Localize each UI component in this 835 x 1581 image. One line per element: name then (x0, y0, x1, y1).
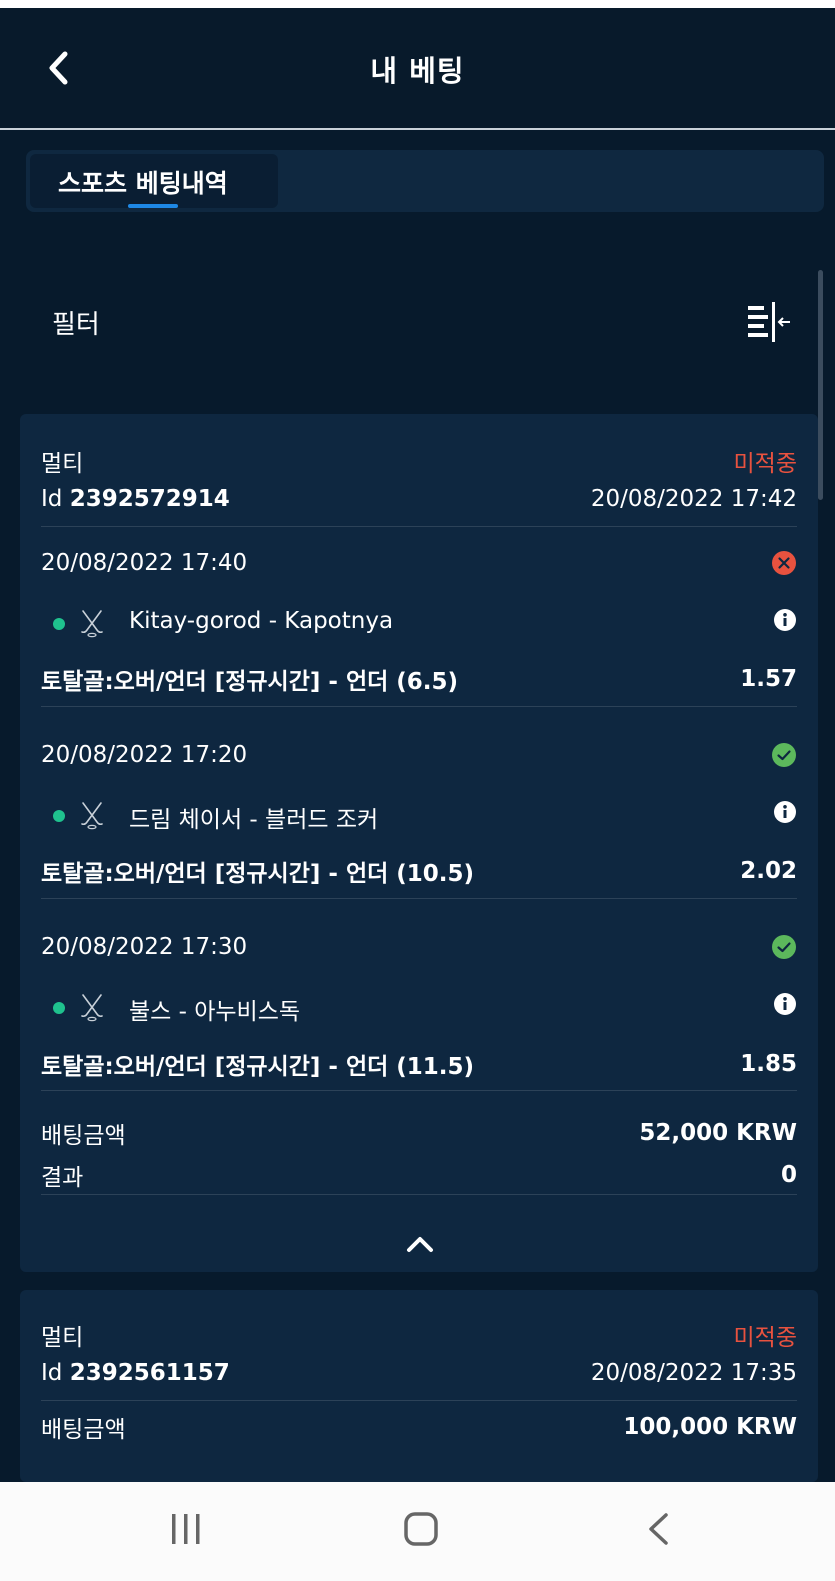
selection-event: Kitay-gorod - Kapotnya (41, 608, 797, 638)
live-dot (53, 810, 65, 822)
live-dot (53, 1002, 65, 1014)
header-bar: 내 베팅 (0, 8, 835, 128)
bet-placed-time: 20/08/2022 17:35 (590, 1360, 797, 1386)
stake-label: 배팅금액 (41, 1417, 126, 1443)
stake-label: 배팅금액 (41, 1123, 126, 1149)
tab-bar: 스포츠 베팅내역 (26, 150, 824, 212)
tab-sports-bet-history[interactable]: 스포츠 베팅내역 (30, 154, 278, 208)
hockey-sticks-icon (81, 802, 103, 830)
system-nav-bar (0, 1482, 835, 1581)
bet-id: Id 2392561157 (41, 1360, 230, 1386)
selection-datetime: 20/08/2022 17:20 (41, 742, 248, 768)
selection-odds: 1.85 (740, 1051, 797, 1077)
selection-datetime: 20/08/2022 17:30 (41, 934, 248, 960)
result-label: 결과 (41, 1165, 84, 1191)
divider (41, 706, 797, 707)
header-divider (0, 128, 835, 130)
check-circle-icon (772, 743, 796, 767)
selection-odds: 1.57 (740, 666, 797, 692)
bet-card: 멀티 미적중 Id 2392572914 20/08/2022 17:42 20… (20, 414, 818, 1272)
divider (41, 526, 797, 527)
check-circle-icon (772, 935, 796, 959)
stake-value: 52,000 KRW (639, 1120, 797, 1146)
selection-market: 토탈골:오버/언더 [정규시간] - 언더 (10.5) (41, 861, 475, 887)
recent-apps-icon[interactable] (170, 1512, 202, 1546)
event-name[interactable]: 불스 - 아누비스독 (129, 992, 300, 1026)
selection-market: 토탈골:오버/언더 [정규시간] - 언더 (11.5) (41, 1054, 475, 1080)
bet-card: 멀티 미적중 Id 2392561157 20/08/2022 17:35 배팅… (20, 1290, 818, 1482)
selection-event: 드림 체이서 - 블러드 조커 (41, 800, 797, 833)
bet-status: 미적중 (733, 1325, 797, 1351)
divider (41, 1194, 797, 1195)
back-icon[interactable] (646, 1512, 670, 1546)
filter-sort-icon[interactable] (748, 302, 794, 344)
scrollbar[interactable] (818, 270, 823, 500)
event-name[interactable]: Kitay-gorod - Kapotnya (129, 608, 393, 634)
selection-odds: 2.02 (740, 858, 797, 884)
page-title: 내 베팅 (370, 54, 465, 88)
hockey-sticks-icon (81, 994, 103, 1022)
tab-active-indicator (128, 204, 178, 208)
bet-id: Id 2392572914 (41, 486, 230, 512)
selection-market: 토탈골:오버/언더 [정규시간] - 언더 (6.5) (41, 669, 459, 695)
filter-label[interactable]: 필터 (52, 304, 100, 341)
home-icon[interactable] (404, 1512, 438, 1546)
app-screen: 내 베팅 스포츠 베팅내역 필터 멀티 미적중 Id 2392572914 20… (0, 8, 835, 1482)
info-icon[interactable] (773, 800, 797, 824)
stake-value: 100,000 KRW (623, 1414, 797, 1440)
bet-type: 멀티 (41, 1325, 84, 1351)
top-border (0, 0, 835, 8)
selection-event: 불스 - 아누비스독 (41, 992, 797, 1025)
tab-label: 스포츠 베팅내역 (58, 169, 228, 198)
info-icon[interactable] (773, 608, 797, 632)
divider (41, 1400, 797, 1401)
bet-status: 미적중 (733, 451, 797, 477)
divider (41, 898, 797, 899)
hockey-sticks-icon (81, 610, 103, 638)
cross-circle-icon (772, 551, 796, 575)
divider (41, 1090, 797, 1091)
bet-type: 멀티 (41, 451, 84, 477)
chevron-up-icon[interactable] (405, 1234, 435, 1254)
event-name[interactable]: 드림 체이서 - 블러드 조커 (129, 800, 378, 834)
bet-placed-time: 20/08/2022 17:42 (590, 486, 797, 512)
selection-datetime: 20/08/2022 17:40 (41, 550, 248, 576)
result-value: 0 (780, 1162, 797, 1188)
live-dot (53, 618, 65, 630)
info-icon[interactable] (773, 992, 797, 1016)
